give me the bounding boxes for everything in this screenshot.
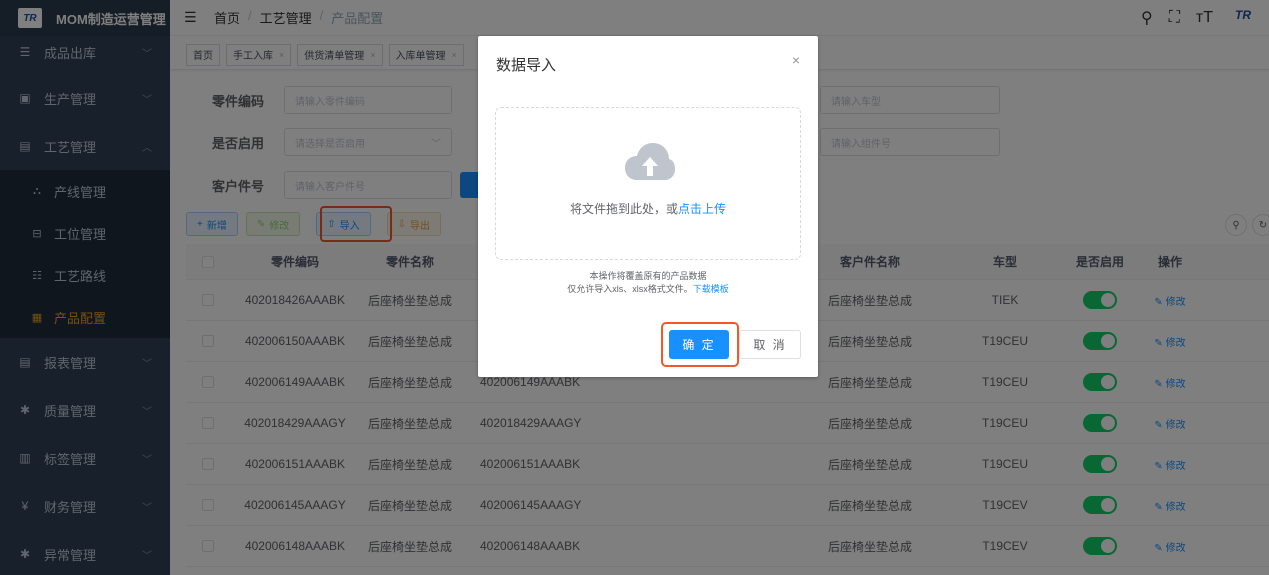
upload-tips: 本操作将覆盖原有的产品数据 仅允许导入xls、xlsx格式文件。下载模板 [478, 270, 818, 296]
tip-line-2: 仅允许导入xls、xlsx格式文件。 [567, 284, 693, 294]
import-dialog: 数据导入 × 将文件拖到此处，或点击上传 本操作将覆盖原有的产品数据 仅允许导入… [478, 36, 818, 377]
confirm-button[interactable]: 确 定 [669, 330, 729, 359]
upload-hint: 将文件拖到此处，或点击上传 [496, 200, 800, 217]
close-icon[interactable]: × [792, 52, 800, 68]
dialog-title: 数据导入 [496, 57, 557, 74]
upload-text: 将文件拖到此处，或 [569, 202, 678, 216]
cancel-button[interactable]: 取 消 [739, 330, 801, 359]
upload-dropzone[interactable]: 将文件拖到此处，或点击上传 [495, 107, 801, 260]
tip-line-1: 本操作将覆盖原有的产品数据 [589, 271, 707, 281]
click-upload-link[interactable]: 点击上传 [678, 202, 726, 216]
download-template-link[interactable]: 下载模板 [693, 284, 729, 294]
cloud-upload-icon [625, 143, 675, 180]
